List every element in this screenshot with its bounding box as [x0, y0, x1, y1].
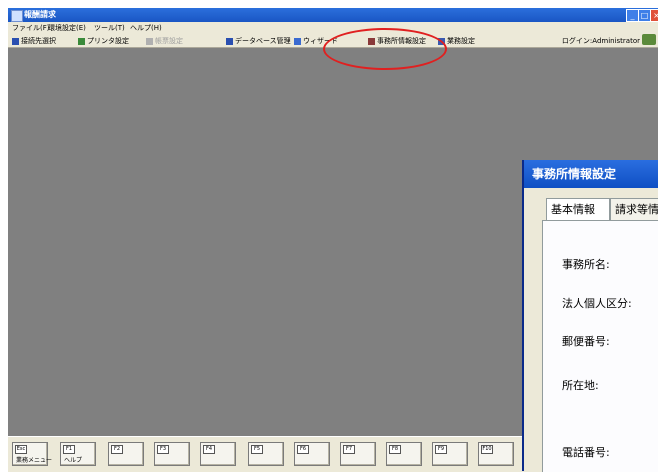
fkey-f3[interactable]: F3: [154, 442, 190, 466]
window-title: 報酬請求: [24, 10, 56, 19]
fkey-f7[interactable]: F7: [340, 442, 376, 466]
close-button[interactable]: ×: [650, 9, 658, 22]
printer-settings-button[interactable]: プリンタ設定: [78, 36, 129, 46]
tab-billing-info[interactable]: 請求等情: [610, 198, 658, 220]
fkey-f2[interactable]: F2: [108, 442, 144, 466]
field-office-name-label: 事務所名:: [562, 258, 610, 271]
connection-select-button[interactable]: 接続先選択: [12, 36, 56, 46]
fkey-f10[interactable]: F10: [478, 442, 514, 466]
menu-file[interactable]: ファイル(F): [12, 23, 50, 33]
menu-help[interactable]: ヘルプ(H): [130, 23, 162, 33]
form-icon: [146, 37, 153, 45]
fkey-esc[interactable]: Esc 業務メニュー: [12, 442, 52, 466]
field-address-label: 所在地:: [562, 379, 599, 392]
field-corporate-type-label: 法人個人区分:: [562, 297, 632, 310]
dialog-title: 事務所情報設定: [524, 160, 658, 188]
user-icon: [642, 34, 656, 45]
tab-basic-info[interactable]: 基本情報: [546, 198, 610, 220]
office-info-dialog: 事務所情報設定 基本情報 請求等情 事務所名: 法人個人区分: 郵便番号: 所在…: [522, 160, 658, 472]
menu-tools[interactable]: ツール(T): [94, 23, 125, 33]
app-icon: [11, 10, 23, 22]
printer-icon: [78, 37, 85, 45]
highlight-ellipse: [323, 28, 447, 70]
wizard-icon: [294, 37, 301, 45]
menu-settings[interactable]: 環境設定(E): [48, 23, 86, 33]
form-settings-button[interactable]: 帳票設定: [146, 36, 183, 46]
fkey-f9[interactable]: F9: [432, 442, 468, 466]
connection-icon: [12, 37, 19, 45]
field-phone-label: 電話番号:: [562, 446, 610, 459]
fkey-f6[interactable]: F6: [294, 442, 330, 466]
menu-bar: ファイル(F) 環境設定(E) ツール(T) ヘルプ(H): [8, 22, 658, 33]
field-postal-code-label: 郵便番号:: [562, 335, 610, 348]
fkey-f8[interactable]: F8: [386, 442, 422, 466]
app-titlebar: 報酬請求 _ □ ×: [8, 8, 658, 22]
fkey-f5[interactable]: F5: [248, 442, 284, 466]
fkey-f4[interactable]: F4: [200, 442, 236, 466]
login-status: ログイン:Administrator: [561, 37, 640, 45]
database-icon: [226, 37, 233, 45]
fkey-f1[interactable]: F1 ヘルプ: [60, 442, 96, 466]
database-management-button[interactable]: データベース管理: [226, 36, 291, 46]
